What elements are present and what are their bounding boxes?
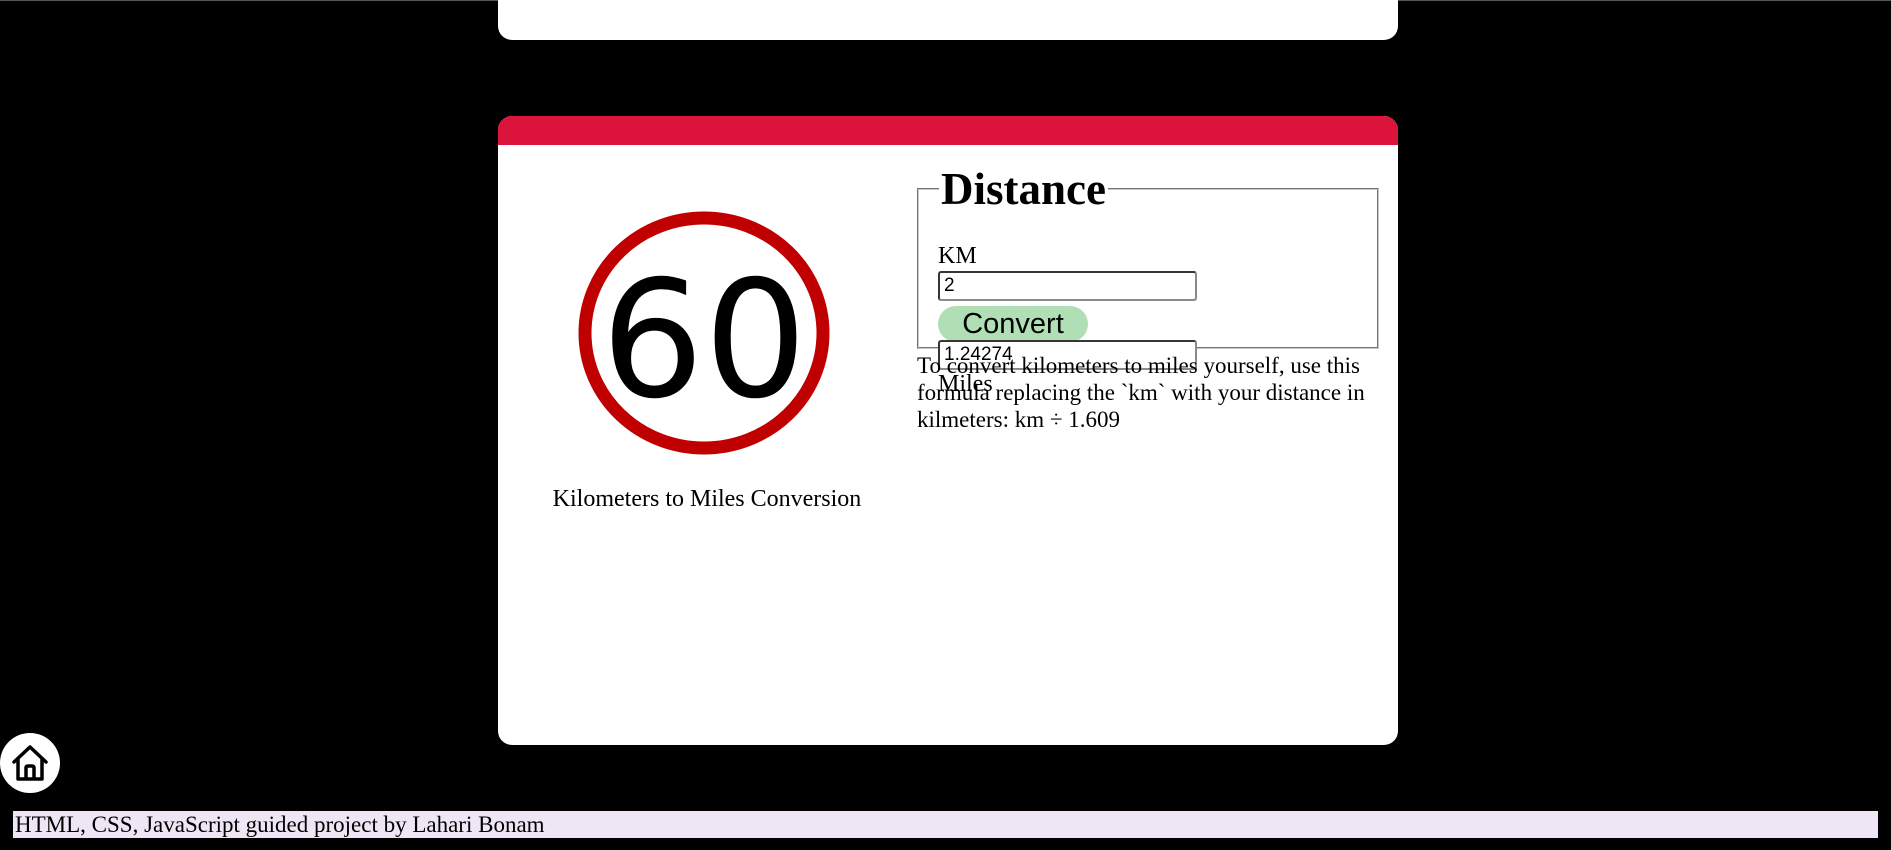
card-header-bar bbox=[498, 116, 1398, 145]
km-input[interactable] bbox=[938, 271, 1197, 301]
speed-limit-sign-icon: 60 bbox=[578, 211, 830, 455]
converter-caption: Kilometers to Miles Conversion bbox=[552, 486, 862, 512]
distance-legend: Distance bbox=[941, 164, 1106, 214]
footer-credit: HTML, CSS, JavaScript guided project by … bbox=[13, 811, 1878, 838]
sign-number: 60 bbox=[601, 247, 807, 435]
home-icon bbox=[12, 745, 48, 781]
converter-card: 60 Kilometers to Miles Conversion Distan… bbox=[498, 116, 1398, 745]
convert-button[interactable]: Convert bbox=[938, 306, 1088, 342]
page: 60 Kilometers to Miles Conversion Distan… bbox=[0, 0, 1891, 850]
home-button[interactable] bbox=[0, 733, 60, 793]
distance-fieldset: Distance KM Convert Miles bbox=[917, 164, 1379, 397]
previous-card-bottom bbox=[498, 0, 1398, 40]
km-label: KM bbox=[938, 243, 977, 269]
formula-text: To convert kilometers to miles yourself,… bbox=[917, 353, 1365, 432]
